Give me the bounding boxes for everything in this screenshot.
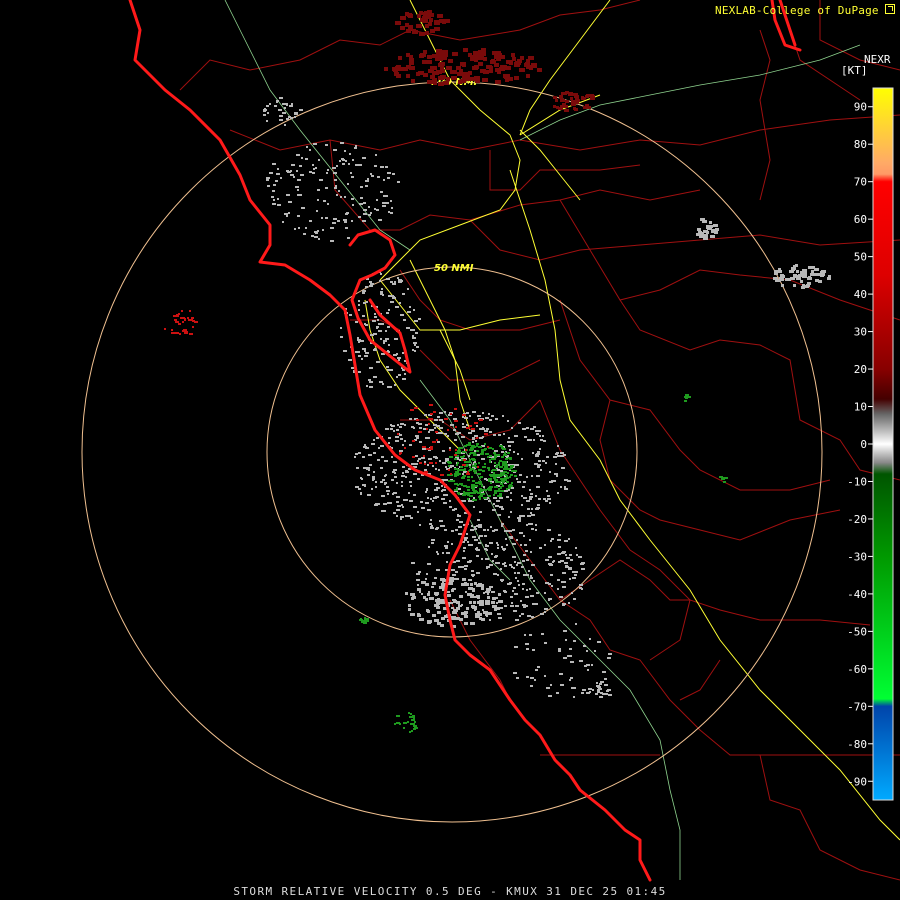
range-ring-label-50: 50 NMI xyxy=(434,263,474,274)
legend-unit-label: [KT] xyxy=(841,64,868,77)
radar-echoes xyxy=(164,10,831,733)
legend-tick-label: 40 xyxy=(854,288,867,301)
velocity-legend: 90 80 70 60 50 40 30 20 10 0 -10 -20 -30 -40 -50 -60 -70… xyxy=(847,87,894,801)
credit-label: NEXLAB-College of DuPage xyxy=(715,4,879,17)
radar-map[interactable]: 50 NMI 100 NMI 9080706050403020100-10-20… xyxy=(0,0,900,900)
product-caption: STORM RELATIVE VELOCITY 0.5 DEG - KMUX 3… xyxy=(233,885,667,898)
external-link-icon[interactable] xyxy=(885,4,895,14)
legend-tick-label: -30 xyxy=(847,550,867,563)
legend-tick-label: 30 xyxy=(854,326,867,339)
legend-tick-label: 50 xyxy=(854,251,867,264)
legend-color-bar xyxy=(872,87,894,801)
legend-tick-labels: 90 80 70 60 50 40 30 20 10 0 -10 -20 -30 -40 -50 -60 -70… xyxy=(847,101,873,788)
legend-tick-label: 10 xyxy=(854,401,867,414)
legend-tick-label: -90 xyxy=(847,775,867,788)
legend-tick-label: 80 xyxy=(854,138,867,151)
legend-tick-label: 0 xyxy=(860,438,867,451)
legend-tick-label: -60 xyxy=(847,663,867,676)
legend-tick-label: -10 xyxy=(847,475,867,488)
legend-tick-label: 60 xyxy=(854,213,867,226)
product-tag: NEXR xyxy=(864,53,891,66)
legend-tick-label: -80 xyxy=(847,738,867,751)
range-ring-100nmi xyxy=(81,81,823,823)
legend-tick-label: -50 xyxy=(847,625,867,638)
legend-tick-label: -20 xyxy=(847,513,867,526)
legend-tick-label: 70 xyxy=(854,176,867,189)
legend-tick-label: 20 xyxy=(854,363,867,376)
legend-tick-label: -40 xyxy=(847,588,867,601)
range-rings xyxy=(81,81,823,823)
legend-tick-label: 90 xyxy=(854,101,867,114)
legend-tick-label: -70 xyxy=(847,700,867,713)
